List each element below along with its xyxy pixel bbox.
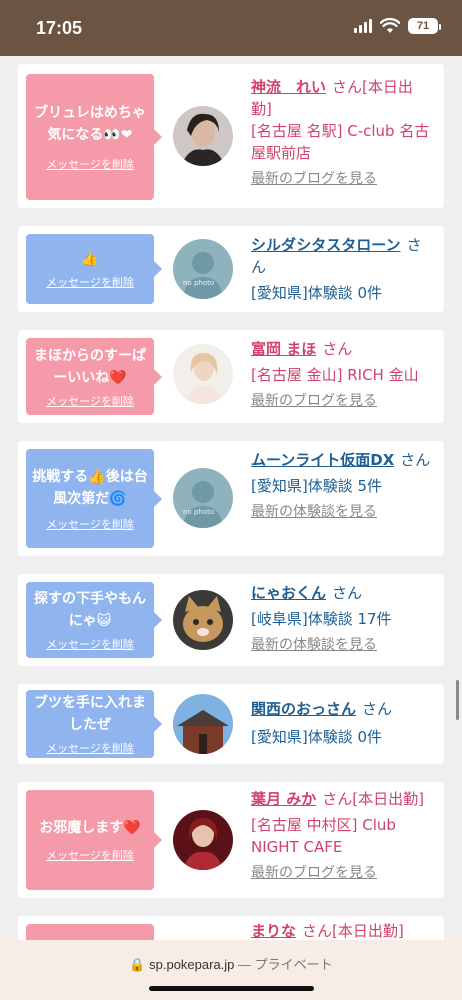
avatar[interactable] (173, 106, 233, 166)
latest-blog-link[interactable]: 最新のブログを見る (251, 862, 432, 884)
status-bar: 17:05 71 (0, 0, 462, 56)
honorific: さん (302, 922, 333, 940)
message-text: お邪魔します❤️ (39, 820, 141, 836)
honorific: さん (322, 790, 353, 808)
avatar[interactable]: no photo (173, 468, 233, 528)
message-card: ブツを手に入れましたぜ メッセージを削除 関西のおっさん さん [愛知県]体験談 … (18, 684, 444, 764)
sender-info: 葉月 みか さん[本日出勤] [名古屋 中村区] Club NIGHT CAFE … (251, 788, 432, 884)
message-card: 挑戦する👍後は台風次第だ🌀 メッセージを削除 no photo ムーンライト仮面… (18, 441, 444, 556)
private-mode-label: プライベート (254, 957, 333, 972)
message-text: ブリュレはめちゃ気になる👀❤ (34, 105, 146, 143)
sender-info: シルダシタスタローン さん [愛知県]体験談 0件 (251, 234, 432, 304)
message-bubble: 挑戦する👍後は台風次第だ🌀 メッセージを削除 (26, 449, 162, 548)
no-photo-label: no photo (183, 508, 214, 516)
home-indicator[interactable] (149, 986, 314, 991)
lock-icon: 🔒 (129, 957, 146, 972)
message-text: ブツを手に入れましたぜ (34, 695, 146, 733)
sender-info: 神流 れい さん[本日出勤] [名古屋 名駅] C-club 名古屋駅前店 最新の… (251, 76, 432, 190)
avatar[interactable] (173, 694, 233, 754)
message-bubble: 探すの下手やもんにゃ😺 メッセージを削除 (26, 582, 162, 658)
latest-blog-link[interactable]: 最新のブログを見る (251, 390, 432, 412)
shop-info: [名古屋 名駅] C-club 名古屋駅前店 (251, 122, 430, 162)
sender-name[interactable]: ムーンライト仮面DX (251, 451, 394, 469)
scrollbar[interactable] (456, 680, 459, 720)
honorific: さん (332, 584, 363, 602)
message-bubble: お邪魔します❤️ メッセージを削除 (26, 790, 162, 890)
sender-info: ムーンライト仮面DX さん [愛知県]体験談 5件 最新の体験談を見る (251, 449, 432, 523)
delete-message-link[interactable]: メッセージを削除 (32, 847, 148, 863)
message-card: ブリュレはめちゃ気になる👀❤ メッセージを削除 神流 れい さん[本日出勤] [名… (18, 64, 444, 208)
message-list: ブリュレはめちゃ気になる👀❤ メッセージを削除 神流 れい さん[本日出勤] [名… (18, 64, 444, 994)
sender-name[interactable]: 関西のおっさん (251, 700, 356, 718)
delete-message-link[interactable]: メッセージを削除 (32, 274, 148, 290)
status-icons: 71 (354, 18, 441, 34)
delete-message-link[interactable]: メッセージを削除 (32, 393, 148, 409)
sender-info: まりな さん[本日出勤] (251, 920, 432, 942)
message-bubble: ブリュレはめちゃ気になる👀❤ メッセージを削除 (26, 74, 162, 200)
sender-info: 富岡 まほ さん [名古屋 金山] RICH 金山 最新のブログを見る (251, 338, 432, 412)
latest-blog-link[interactable]: 最新のブログを見る (251, 168, 432, 190)
delete-message-link[interactable]: メッセージを削除 (32, 740, 148, 756)
avatar[interactable] (173, 344, 233, 404)
message-card: 👍 メッセージを削除 no photo シルダシタスタローン さん [愛知県]体験… (18, 226, 444, 312)
message-text: まほからのすーぱーいいね❤️ (34, 347, 146, 386)
message-text: 探すの下手やもんにゃ😺 (34, 591, 146, 629)
delete-message-link[interactable]: メッセージを削除 (32, 636, 148, 652)
message-card: まほからのすーぱーいいね❤️ メッセージを削除 富岡 まほ さん [名古屋 金山]… (18, 330, 444, 423)
no-photo-label: no photo (183, 279, 214, 287)
battery-icon: 71 (408, 18, 441, 34)
sender-info: 関西のおっさん さん [愛知県]体験談 0件 (251, 698, 432, 748)
latest-review-link[interactable]: 最新の体験談を見る (251, 501, 432, 523)
wifi-icon (380, 18, 400, 33)
message-card: 探すの下手やもんにゃ😺 メッセージを削除 にゃおくん さん [岐阜県]体験談 17… (18, 574, 444, 666)
sender-name[interactable]: 神流 れい (251, 78, 326, 96)
sender-name[interactable]: 葉月 みか (251, 790, 316, 808)
avatar[interactable]: no photo (173, 239, 233, 299)
work-status: [本日出勤] (332, 922, 404, 940)
honorific: さん (400, 451, 431, 469)
sender-name[interactable]: まりな (251, 922, 296, 940)
delete-message-link[interactable]: メッセージを削除 (32, 156, 148, 172)
review-info: [岐阜県]体験談 17件 (251, 610, 392, 628)
review-info: [愛知県]体験談 5件 (251, 477, 383, 495)
message-card: お邪魔します❤️ メッセージを削除 葉月 みか さん[本日出勤] [名古屋 中村区… (18, 782, 444, 898)
honorific: さん (362, 700, 393, 718)
delete-message-link[interactable]: メッセージを削除 (32, 516, 148, 532)
domain-text: sp.pokepara.jp (149, 957, 235, 972)
avatar[interactable] (173, 590, 233, 650)
message-text: 👍 (81, 251, 99, 267)
honorific: さん (322, 340, 353, 358)
honorific: さん (332, 78, 363, 96)
review-info: [愛知県]体験談 0件 (251, 728, 383, 746)
message-bubble: ブツを手に入れましたぜ メッセージを削除 (26, 690, 162, 758)
shop-info: [名古屋 金山] RICH 金山 (251, 366, 419, 384)
review-info: [愛知県]体験談 0件 (251, 284, 383, 302)
sender-name[interactable]: 富岡 まほ (251, 340, 316, 358)
separator: — (238, 957, 252, 972)
message-bubble: 👍 メッセージを削除 (26, 234, 162, 304)
sender-info: にゃおくん さん [岐阜県]体験談 17件 最新の体験談を見る (251, 582, 432, 656)
shop-info: [名古屋 中村区] Club NIGHT CAFE (251, 816, 396, 856)
message-text: 挑戦する👍後は台風次第だ🌀 (32, 468, 148, 507)
latest-review-link[interactable]: 最新の体験談を見る (251, 634, 432, 656)
sender-name[interactable]: シルダシタスタローン (251, 236, 401, 254)
sender-name[interactable]: にゃおくん (251, 584, 326, 602)
signal-icon (354, 19, 372, 33)
url-display[interactable]: 🔒 sp.pokepara.jp — プライベート (0, 954, 462, 973)
browser-address-bar[interactable]: 🔒 sp.pokepara.jp — プライベート (0, 940, 462, 1000)
status-time: 17:05 (36, 18, 83, 38)
work-status: [本日出勤] (352, 790, 424, 808)
avatar[interactable] (173, 810, 233, 870)
message-bubble: まほからのすーぱーいいね❤️ メッセージを削除 (26, 338, 162, 415)
